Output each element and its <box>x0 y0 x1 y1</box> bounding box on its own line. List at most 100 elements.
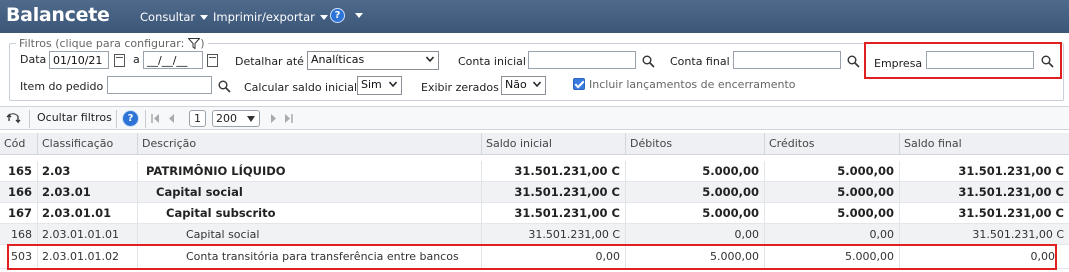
menu-consultar[interactable]: Consultar <box>140 10 209 24</box>
conta-final-input[interactable] <box>733 51 841 69</box>
menu-consultar-label: Consultar <box>140 10 196 24</box>
incluir-checkbox[interactable] <box>573 78 585 90</box>
cell-cod: 168 <box>0 224 38 245</box>
col-cod[interactable]: Cód <box>0 133 38 155</box>
cell-cod: 165 <box>0 161 38 182</box>
data-to-input[interactable] <box>143 51 203 69</box>
calendar-icon[interactable] <box>114 54 125 67</box>
cell-classificacao: 2.03.01 <box>38 182 138 203</box>
calcular-value: Sim <box>361 78 382 91</box>
menu-imprimir-label: Imprimir/exportar <box>213 10 315 24</box>
cell-descricao: Capital social <box>138 182 482 203</box>
cell-cod: 166 <box>0 182 38 203</box>
cell-debitos: 5.000,00 <box>626 182 765 203</box>
toolbar-separator <box>145 110 146 128</box>
toolbar-separator <box>116 110 117 128</box>
refresh-icon[interactable] <box>6 112 21 125</box>
next-page-icon[interactable] <box>270 114 277 123</box>
toolbar-separator <box>29 110 30 128</box>
cell-classificacao: 2.03.01.01.01 <box>38 224 138 245</box>
cell-saldo-inicial: 31.501.231,00 C <box>482 161 626 182</box>
ocultar-filtros-button[interactable]: Ocultar filtros <box>37 111 112 124</box>
cell-saldo-inicial: 31.501.231,00 C <box>482 203 626 224</box>
cell-cod: 167 <box>0 203 38 224</box>
cell-creditos: 5.000,00 <box>765 203 900 224</box>
chevron-down-icon <box>319 14 328 20</box>
help-icon[interactable]: ? <box>122 110 139 127</box>
page-size-select[interactable]: 200 <box>212 110 260 127</box>
search-icon[interactable] <box>1041 55 1054 68</box>
cell-saldo-inicial: 31.501.231,00 C <box>482 224 626 245</box>
help-icon: ? <box>330 8 345 23</box>
cell-descricao: Capital subscrito <box>138 203 482 224</box>
page-title: Balancete <box>6 4 110 26</box>
search-icon[interactable] <box>642 55 655 68</box>
col-creditos[interactable]: Créditos <box>765 133 900 155</box>
detalhar-select[interactable]: Analíticas <box>307 51 439 70</box>
empresa-input[interactable] <box>926 51 1034 69</box>
page-number-input[interactable]: 1 <box>189 110 206 127</box>
table-row[interactable]: 168 2.03.01.01.01 Capital social 31.501.… <box>0 224 1069 245</box>
cell-saldo-final: 31.501.231,00 C <box>958 206 1064 220</box>
last-page-icon[interactable] <box>284 114 293 123</box>
col-debitos[interactable]: Débitos <box>626 133 765 155</box>
exibir-value: Não <box>505 78 527 91</box>
calendar-icon[interactable] <box>207 54 218 67</box>
col-saldo-final[interactable]: Saldo final <box>900 133 1069 155</box>
chevron-down-icon <box>426 56 434 63</box>
chevron-down-icon <box>355 13 363 18</box>
cell-descricao: PATRIMÔNIO LÍQUIDO <box>138 161 482 182</box>
data-from-input[interactable] <box>49 51 109 69</box>
cell-saldo-final: 31.501.231,00 C <box>958 185 1064 199</box>
conta-inicial-input[interactable] <box>528 51 636 69</box>
filter-icon <box>188 38 201 49</box>
row-highlight <box>7 244 1057 270</box>
cell-creditos: 5.000,00 <box>765 161 900 182</box>
cell-debitos: 0,00 <box>626 224 765 245</box>
cell-creditos: 5.000,00 <box>765 182 900 203</box>
data-label: Data <box>20 53 47 66</box>
prev-page-icon[interactable] <box>168 114 175 123</box>
detalhar-value: Analíticas <box>311 53 365 66</box>
a-label: a <box>133 53 140 66</box>
cell-debitos: 5.000,00 <box>626 161 765 182</box>
cell-classificacao: 2.03.01.01 <box>38 203 138 224</box>
page-size-value: 200 <box>216 112 237 125</box>
chevron-down-icon <box>533 81 541 88</box>
chevron-down-icon <box>389 81 397 88</box>
table-row[interactable]: 165 2.03 PATRIMÔNIO LÍQUIDO 31.501.231,0… <box>0 161 1069 182</box>
col-saldo-inicial[interactable]: Saldo inicial <box>482 133 626 155</box>
item-pedido-input[interactable] <box>107 76 212 94</box>
toolbar: Ocultar filtros ? 1 200 <box>0 106 1069 130</box>
cell-saldo-final: 31.501.231,00 C <box>972 228 1064 241</box>
table-row[interactable]: 167 2.03.01.01 Capital subscrito 31.501.… <box>0 203 1069 224</box>
cell-debitos: 5.000,00 <box>626 203 765 224</box>
calcular-label: Calcular saldo inicial <box>244 81 358 94</box>
empresa-label: Empresa <box>874 57 923 70</box>
conta-inicial-label: Conta inicial <box>458 55 526 68</box>
cell-saldo-final: 31.501.231,00 C <box>958 164 1064 178</box>
filters-legend[interactable]: Filtros (clique para configurar: ) <box>16 37 208 50</box>
exibir-select[interactable]: Não <box>501 76 546 95</box>
detalhar-label: Detalhar até <box>235 55 304 68</box>
chevron-down-icon <box>247 116 255 122</box>
table-row[interactable]: 166 2.03.01 Capital social 31.501.231,00… <box>0 182 1069 203</box>
cell-creditos: 0,00 <box>765 224 900 245</box>
exibir-label: Exibir zerados <box>421 81 499 94</box>
table-header: Cód Classificação Descrição Saldo inicia… <box>0 133 1069 155</box>
search-icon[interactable] <box>218 80 231 93</box>
search-icon[interactable] <box>847 55 860 68</box>
calcular-select[interactable]: Sim <box>357 76 402 95</box>
cell-descricao: Capital social <box>138 224 482 245</box>
cell-saldo-inicial: 31.501.231,00 C <box>482 182 626 203</box>
filters-legend-label: Filtros (clique para configurar: <box>19 37 185 50</box>
col-descricao[interactable]: Descrição <box>138 133 482 155</box>
menu-imprimir-exportar[interactable]: Imprimir/exportar <box>213 10 328 24</box>
col-classificacao[interactable]: Classificação <box>38 133 138 155</box>
conta-final-label: Conta final <box>670 55 730 68</box>
first-page-icon[interactable] <box>151 114 160 123</box>
item-pedido-label: Item do pedido <box>20 80 104 93</box>
cell-classificacao: 2.03 <box>38 161 138 182</box>
app-header: Balancete Consultar Imprimir/exportar ? <box>0 0 1069 33</box>
help-menu[interactable]: ? <box>330 8 363 23</box>
